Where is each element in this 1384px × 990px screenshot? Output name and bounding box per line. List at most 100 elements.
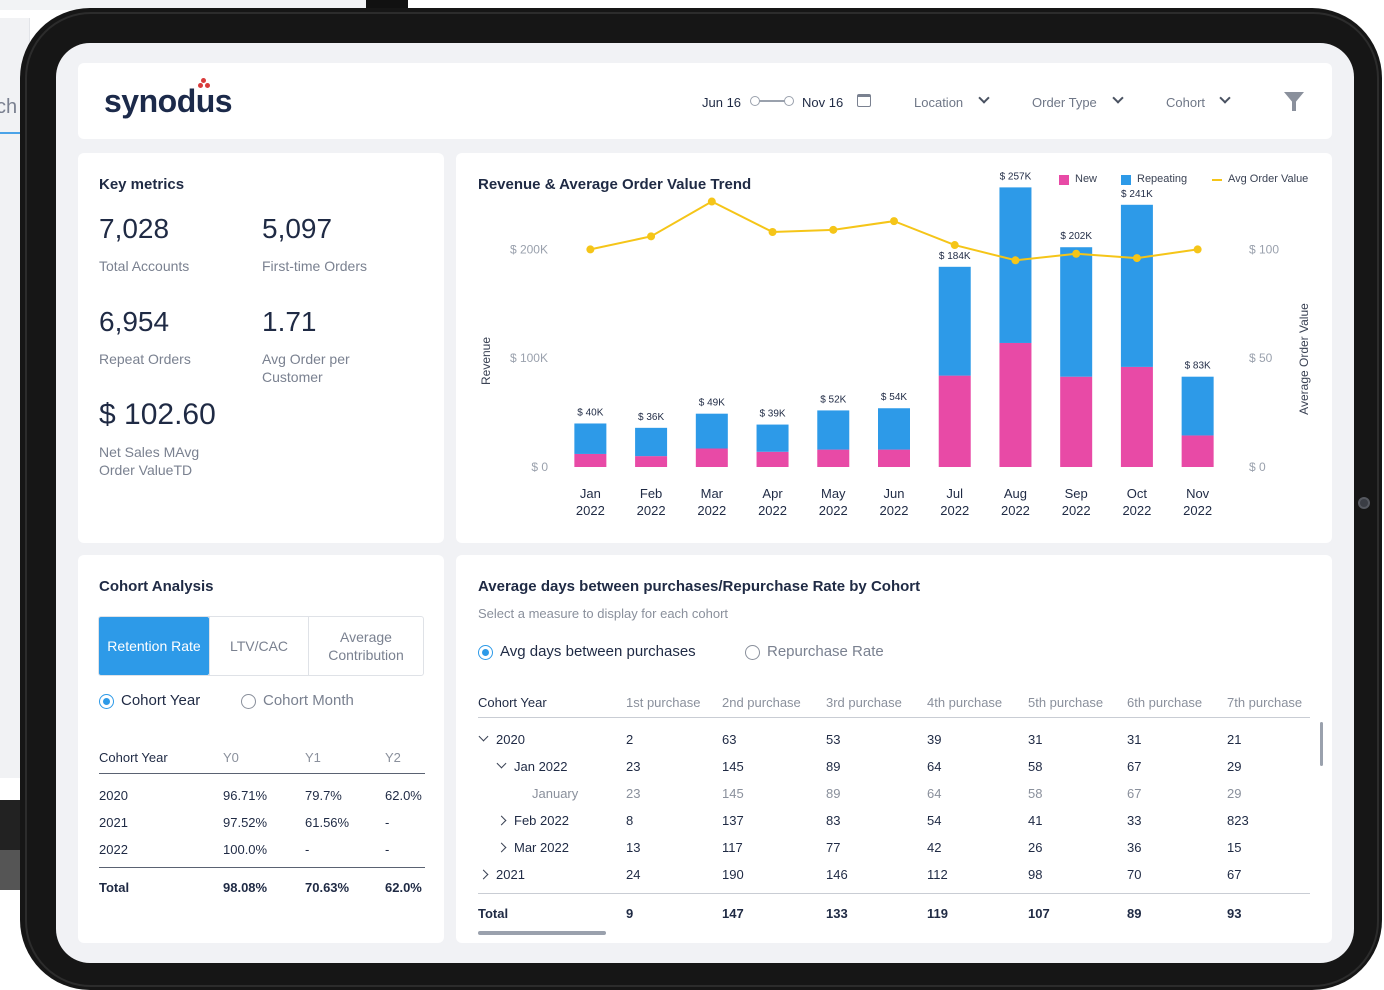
bar-repeating	[938, 266, 971, 376]
column-header[interactable]: Cohort Year	[99, 750, 168, 765]
radio-avg-days[interactable]	[478, 645, 493, 660]
chevron-down-icon[interactable]	[496, 758, 507, 769]
table-cell: 41	[1028, 813, 1043, 828]
column-header[interactable]: Y2	[385, 750, 401, 765]
row-label[interactable]: 2020	[496, 732, 525, 747]
column-header[interactable]: 3rd purchase	[826, 695, 902, 710]
radio-label[interactable]: Avg days between purchases	[500, 643, 696, 660]
table-cell: 79.7%	[305, 788, 342, 803]
calendar-icon[interactable]	[857, 94, 871, 107]
horizontal-scrollbar[interactable]	[478, 931, 606, 935]
table-cell: 67	[1227, 867, 1242, 882]
x-axis-tick-label: 2022	[637, 503, 666, 518]
chevron-right-icon[interactable]	[496, 815, 507, 826]
date-range-handle-end[interactable]	[784, 96, 794, 106]
column-header[interactable]: 4th purchase	[927, 695, 1002, 710]
metric-tabs: Retention Rate LTV/CAC Average Contribut…	[98, 616, 424, 676]
row-label[interactable]: Mar 2022	[514, 840, 569, 855]
aov-point	[890, 217, 898, 226]
table-cell: 29	[1227, 759, 1242, 774]
table-cell: 15	[1227, 840, 1242, 855]
bar-new	[938, 375, 971, 467]
bar-data-label: $ 52K	[820, 394, 846, 405]
x-axis-tick-label: Aug	[1004, 486, 1027, 501]
chevron-right-icon[interactable]	[478, 869, 489, 880]
table-cell: 823	[1227, 813, 1249, 828]
x-axis-tick-label: 2022	[1122, 503, 1151, 518]
row-label[interactable]: Jan 2022	[514, 759, 568, 774]
x-axis-tick-label: Sep	[1065, 486, 1088, 501]
x-axis-tick-label: 2022	[576, 503, 605, 518]
table-cell: 100.0%	[223, 842, 268, 857]
column-header[interactable]: Cohort Year	[478, 695, 547, 710]
tab-ltv-cac[interactable]: LTV/CAC	[210, 617, 308, 675]
bar-new	[574, 453, 607, 467]
column-header[interactable]: Y1	[305, 750, 321, 765]
x-axis-tick-label: 2022	[1062, 503, 1091, 518]
column-header[interactable]: 5th purchase	[1028, 695, 1103, 710]
table-cell: 145	[722, 759, 744, 774]
repurchase-panel: Average days between purchases/Repurchas…	[456, 555, 1332, 943]
tab-retention-rate[interactable]: Retention Rate	[99, 617, 209, 675]
row-label[interactable]: Feb 2022	[514, 813, 569, 828]
chevron-down-icon[interactable]	[978, 92, 990, 104]
radio-label[interactable]: Cohort Year	[121, 692, 200, 709]
table-cell: 67	[1127, 786, 1142, 801]
radio-label[interactable]: Cohort Month	[263, 692, 354, 709]
y2-axis-tick-label: $ 0	[1249, 460, 1266, 474]
date-range-end[interactable]: Nov 16	[802, 95, 843, 110]
bar-new	[999, 342, 1032, 467]
table-cell: 13	[626, 840, 641, 855]
table-cell: 58	[1028, 759, 1043, 774]
filter-icon-stem[interactable]	[1292, 101, 1296, 111]
total-cell: 62.0%	[385, 880, 422, 895]
cohort-dropdown[interactable]: Cohort	[1166, 95, 1205, 110]
bar-repeating	[635, 427, 668, 457]
row-label[interactable]: 2021	[496, 867, 525, 882]
column-header[interactable]: 1st purchase	[626, 695, 700, 710]
table-cell: 146	[826, 867, 848, 882]
table-cell: 31	[1028, 732, 1043, 747]
y-axis-tick-label: $ 200K	[510, 242, 548, 256]
bar-data-label: $ 202K	[1060, 231, 1092, 242]
table-cell: 145	[722, 786, 744, 801]
total-cell: 9	[626, 906, 634, 921]
column-header[interactable]: 6th purchase	[1127, 695, 1202, 710]
chevron-down-icon[interactable]	[1219, 92, 1231, 104]
table-cell: 26	[1028, 840, 1043, 855]
location-dropdown[interactable]: Location	[914, 95, 963, 110]
vertical-scrollbar[interactable]	[1320, 722, 1323, 766]
y-axis-tick-label: $ 0	[531, 460, 548, 474]
column-header[interactable]: 7th purchase	[1227, 695, 1302, 710]
column-header[interactable]: Y0	[223, 750, 239, 765]
order-type-dropdown[interactable]: Order Type	[1032, 95, 1097, 110]
x-axis-tick-label: 2022	[1183, 503, 1212, 518]
total-cell: 93	[1227, 906, 1242, 921]
x-axis-tick-label: Jul	[946, 486, 963, 501]
chevron-down-icon[interactable]	[478, 731, 489, 742]
chevron-right-icon[interactable]	[496, 842, 507, 853]
radio-cohort-month[interactable]	[241, 694, 256, 709]
bar-data-label: $ 49K	[699, 398, 725, 409]
x-axis-tick-label: Feb	[640, 486, 662, 501]
table-cell: 53	[826, 732, 841, 747]
key-metrics-panel: Key metrics 7,028 Total Accounts 5,097 F…	[78, 153, 444, 543]
radio-label[interactable]: Repurchase Rate	[767, 643, 884, 660]
total-cell: 98.08%	[223, 880, 268, 895]
radio-repurchase-rate[interactable]	[745, 645, 760, 660]
bar-new	[1120, 366, 1153, 467]
radio-cohort-year[interactable]	[99, 694, 114, 709]
panel-title: Key metrics	[99, 176, 185, 193]
total-label: Total	[99, 880, 130, 895]
table-cell: 62.0%	[385, 788, 422, 803]
date-range-start[interactable]: Jun 16	[702, 95, 741, 110]
column-header[interactable]: 2nd purchase	[722, 695, 801, 710]
tab-average-contribution[interactable]: Average Contribution	[309, 617, 423, 675]
chevron-down-icon[interactable]	[1112, 92, 1124, 104]
table-cell: 63	[722, 732, 737, 747]
revenue-chart-panel: Revenue & Average Order Value Trend New …	[456, 153, 1332, 543]
table-cell: 29	[1227, 786, 1242, 801]
table-cell: 21	[1227, 732, 1242, 747]
table-cell: 58	[1028, 786, 1043, 801]
date-range-handle-start[interactable]	[750, 96, 760, 106]
